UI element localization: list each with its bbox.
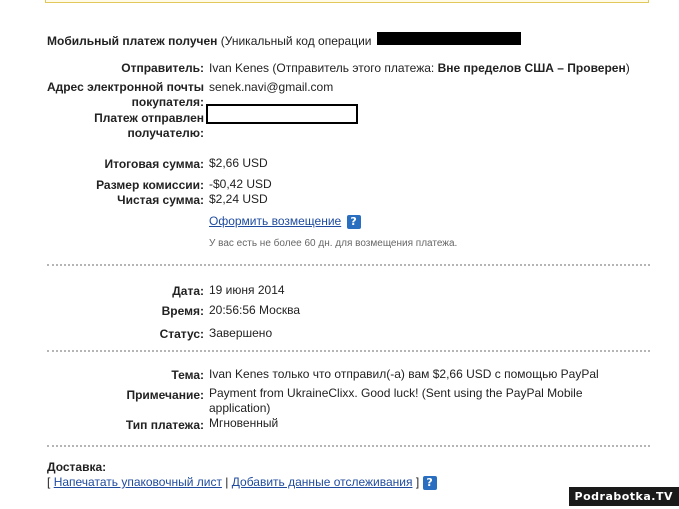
buyer-email-value: senek.navi@gmail.com xyxy=(209,80,334,94)
link-divider: | xyxy=(225,475,229,489)
net-label: Чистая сумма: xyxy=(117,193,204,207)
note-value: Payment from UkraineClixx. Good luck! (S… xyxy=(209,386,583,416)
sender-label: Отправитель: xyxy=(121,61,204,75)
bracket-open: [ xyxy=(47,475,51,489)
subject-label: Тема: xyxy=(171,368,204,382)
payment-header: Мобильный платеж получен (Уникальный код… xyxy=(47,34,372,48)
payment-type-label: Тип платежа: xyxy=(125,418,204,432)
subject-value: Ivan Kenes только что отправил(-а) вам $… xyxy=(209,367,599,381)
watermark: Podrabotka.TV xyxy=(568,487,679,506)
note-line2: application) xyxy=(209,401,271,415)
status-label: Статус: xyxy=(159,327,204,341)
refund-hint: У вас есть не более 60 дн. для возмещени… xyxy=(209,238,458,249)
time-value: 20:56:56 Москва xyxy=(209,303,301,317)
sent-to-label-line1: Платеж отправлен xyxy=(94,111,204,125)
sender-value: Ivan Kenes (Отправитель этого платежа: В… xyxy=(209,61,630,75)
print-packing-slip-link[interactable]: Напечатать упаковочный лист xyxy=(54,475,222,489)
total-value: $2,66 USD xyxy=(209,156,268,170)
date-value: 19 июня 2014 xyxy=(209,283,285,297)
shipping-title: Доставка: xyxy=(47,460,107,474)
issue-refund-link[interactable]: Оформить возмещение xyxy=(209,214,341,228)
section-divider xyxy=(47,350,650,352)
payment-type-value: Мгновенный xyxy=(209,416,279,430)
redacted-transaction-code xyxy=(377,32,521,45)
sender-note-suffix: ) xyxy=(625,61,630,75)
fee-value: -$0,42 USD xyxy=(209,177,272,191)
shipping-actions: [ Напечатать упаковочный лист | Добавить… xyxy=(47,475,437,490)
sender-verification-status: Вне пределов США – Проверен xyxy=(437,61,626,75)
note-label: Примечание: xyxy=(126,388,204,402)
note-line1: Payment from UkraineClixx. Good luck! (S… xyxy=(209,386,583,400)
page-title: Мобильный платеж получен xyxy=(47,34,218,48)
sent-to-label: Платеж отправлен получателю: xyxy=(94,111,204,141)
bracket-close: ] xyxy=(415,475,420,489)
help-icon[interactable]: ? xyxy=(422,475,437,490)
section-divider xyxy=(47,264,650,266)
sender-name: Ivan Kenes xyxy=(209,61,270,75)
buyer-email-label: Адрес электронной почты покупателя: xyxy=(47,80,204,110)
section-divider xyxy=(47,445,650,447)
sender-note-prefix: (Отправитель этого платежа: xyxy=(272,61,435,75)
redacted-recipient xyxy=(206,104,358,124)
help-icon[interactable]: ? xyxy=(346,214,361,229)
fee-label: Размер комиссии: xyxy=(96,178,204,192)
total-label: Итоговая сумма: xyxy=(104,157,204,171)
transaction-code-label: (Уникальный код операции xyxy=(220,34,372,48)
sent-to-label-line2: получателю: xyxy=(127,126,204,140)
net-value: $2,24 USD xyxy=(209,192,268,206)
buyer-email-label-line1: Адрес электронной почты xyxy=(46,80,204,94)
date-label: Дата: xyxy=(172,284,204,298)
add-tracking-link[interactable]: Добавить данные отслеживания xyxy=(232,475,413,489)
time-label: Время: xyxy=(161,304,204,318)
status-value: Завершено xyxy=(209,326,273,340)
buyer-email-label-line2: покупателя: xyxy=(131,95,204,109)
top-notice-border xyxy=(45,0,649,3)
refund-row: Оформить возмещение ? xyxy=(209,214,361,229)
